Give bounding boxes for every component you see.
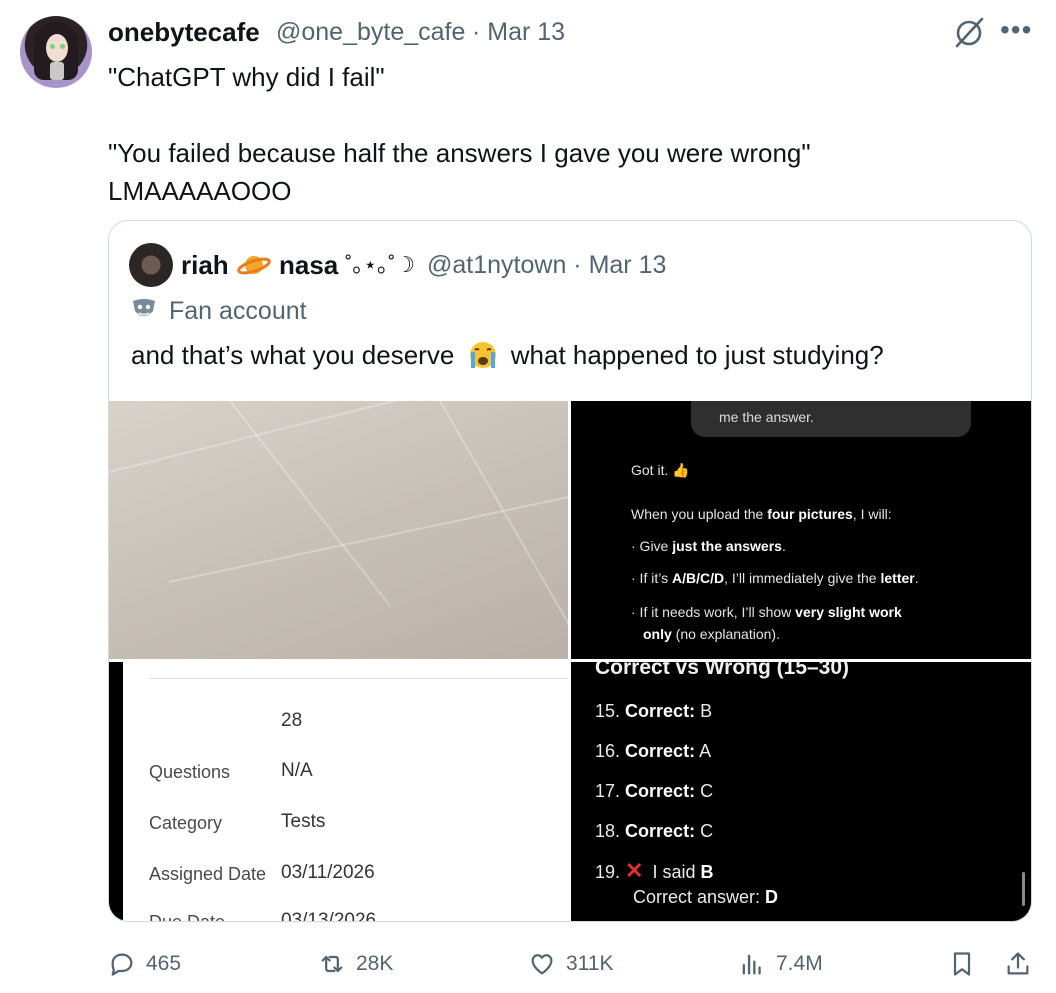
- media-results-screenshot[interactable]: Correct vs Wrong (15–30) 15. Correct: B …: [571, 662, 1031, 921]
- quoted-text-before: and that’s what you deserve: [131, 340, 455, 370]
- bookmark-icon[interactable]: [948, 950, 976, 978]
- planet-icon: [237, 256, 271, 275]
- fan-account-label: Fan account: [169, 297, 307, 325]
- media-chatgpt-screenshot[interactable]: me the answer. Got it. 👍 When you upload…: [571, 401, 1031, 659]
- media-assignment-details[interactable]: 28 Questions N/A Category Tests Assigned…: [109, 662, 568, 921]
- quoted-name-decoration: ˚｡⋆｡˚☽: [345, 252, 416, 277]
- quoted-name-b[interactable]: nasa: [279, 249, 338, 281]
- author-name[interactable]: onebytecafe: [108, 16, 260, 48]
- chat-bullet-3-cont: only (no explanation).: [643, 626, 780, 642]
- more-icon[interactable]: •••: [1000, 14, 1032, 46]
- chat-got-it: Got it. 👍: [631, 462, 690, 478]
- category-value: Tests: [281, 811, 326, 832]
- crying-emoji: [469, 342, 496, 368]
- chat-intro: When you upload the four pictures, I wil…: [631, 506, 892, 522]
- category-label: Category: [149, 813, 223, 833]
- result-row: 16. Correct: A: [595, 741, 712, 761]
- share-icon[interactable]: [1004, 950, 1032, 978]
- chat-bullet-3: · If it needs work, I’ll show very sligh…: [631, 604, 902, 620]
- result-row: 18. Correct: C: [595, 821, 714, 841]
- assignment-score: 28: [281, 710, 303, 731]
- post-text: "ChatGPT why did I fail" "You failed bec…: [108, 62, 811, 206]
- views-icon: [742, 954, 761, 975]
- grok-icon[interactable]: [952, 16, 986, 50]
- like-icon: [531, 954, 553, 975]
- assigned-date-label: Assigned Date: [149, 864, 267, 884]
- chat-bubble-text: me the answer.: [719, 409, 814, 425]
- repost-button[interactable]: 28K: [318, 950, 393, 978]
- mask-icon: [133, 299, 155, 316]
- post-date[interactable]: · Mar 13: [472, 16, 565, 48]
- result-row: 15. Correct: B: [595, 701, 713, 721]
- chat-bullet-2: · If it’s A/B/C/D, I’ll immediately give…: [631, 570, 919, 586]
- reply-icon: [111, 953, 133, 976]
- quoted-post-card[interactable]: riah nasa ˚｡⋆｡˚☽ @at1nytown · Mar 13 Fan…: [108, 220, 1032, 922]
- quoted-text-after: what happened to just studying?: [510, 340, 884, 370]
- results-header: Correct vs Wrong (15–30): [595, 662, 850, 679]
- media-grid: me the answer. Got it. 👍 When you upload…: [109, 401, 1031, 921]
- like-button[interactable]: 311K: [528, 950, 614, 978]
- questions-label: Questions: [149, 762, 231, 782]
- quoted-handle-date[interactable]: @at1nytown · Mar 13: [427, 249, 666, 281]
- questions-value: N/A: [281, 760, 313, 781]
- quoted-avatar[interactable]: [129, 243, 173, 287]
- chat-bullet-1: · Give just the answers.: [631, 538, 786, 554]
- assigned-date-value: 03/11/2026: [281, 862, 375, 883]
- author-handle[interactable]: @one_byte_cafe: [276, 16, 465, 48]
- due-date-value: 03/13/2026: [281, 910, 377, 921]
- result-row: 17. Correct: C: [595, 781, 714, 801]
- due-date-label: Due Date: [149, 912, 225, 921]
- repost-icon: [321, 955, 343, 973]
- result-row-wrong: 19. ✕ I said B: [595, 858, 714, 883]
- author-avatar[interactable]: [20, 16, 92, 88]
- correct-answer: Correct answer: D: [633, 887, 779, 907]
- reply-button[interactable]: 465: [108, 950, 181, 978]
- views-button[interactable]: 7.4M: [738, 950, 823, 978]
- quoted-name-a[interactable]: riah: [181, 249, 229, 281]
- media-photo-ceiling[interactable]: [109, 401, 568, 659]
- red-x-icon: ✕: [625, 858, 644, 883]
- quoted-text: and that’s what you deserve what happene…: [131, 337, 884, 373]
